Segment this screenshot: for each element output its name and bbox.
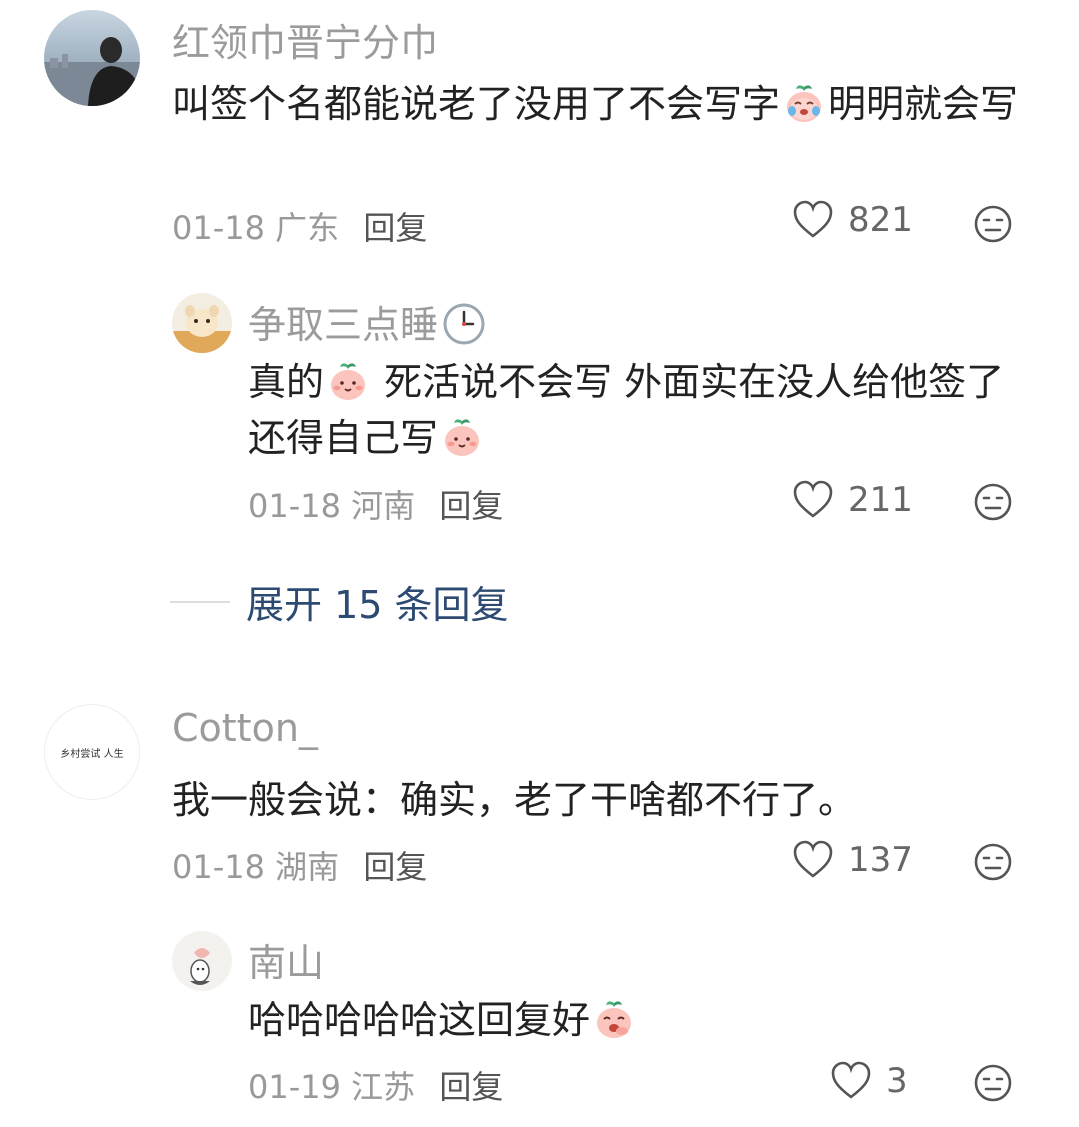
heart-outline-icon (793, 200, 833, 238)
expand-replies-label: 展开 15 条回复 (246, 583, 509, 627)
neutral-face-icon (974, 483, 1012, 521)
like-count: 211 (848, 480, 913, 520)
comment-text-part: 叫签个名都能说老了没用了不会写字 (172, 82, 781, 126)
comment-location: 广东 (275, 209, 340, 247)
react-button[interactable] (973, 1063, 1013, 1103)
smiling-peach-emoji-icon (440, 415, 484, 459)
reply-location: 河南 (351, 487, 416, 525)
laughing-peach-emoji-icon (592, 997, 636, 1041)
avatar-photo (190, 948, 210, 985)
comment-meta: 01-18 广东 回复 (172, 203, 427, 249)
comment-username[interactable]: Cotton_ (172, 706, 318, 750)
heart-outline-icon (793, 480, 833, 518)
reply-date: 01-18 (248, 487, 341, 525)
crying-peach-emoji-icon (782, 81, 826, 125)
reply-meta: 01-19 江苏 回复 (248, 1062, 503, 1108)
reply-text-part: 哈哈哈哈哈这回复好 (248, 998, 591, 1042)
reply-button[interactable]: 回复 (363, 848, 427, 886)
reply-button[interactable]: 回复 (439, 1068, 503, 1106)
reply-text-part: 真的 (248, 360, 325, 404)
comment-text-part: 明明就会写 (828, 82, 1019, 126)
like-count: 821 (848, 200, 913, 240)
heart-outline-icon (793, 840, 833, 878)
avatar[interactable]: 乡村尝试 人生 (44, 704, 140, 800)
reply-text: 真的 死活说不会写 外面实在没人给他签了还得自己写 (248, 354, 1028, 466)
neutral-face-icon (974, 1064, 1012, 1102)
reply-date: 01-19 (248, 1068, 341, 1106)
comment-text: 叫签个名都能说老了没用了不会写字 明明就会写 (172, 76, 1032, 132)
reply-username[interactable]: 争取三点睡 (248, 294, 488, 349)
neutral-face-icon (974, 205, 1012, 243)
reply-location: 江苏 (351, 1068, 416, 1106)
expand-replies-button[interactable]: 展开 15 条回复 (170, 574, 509, 629)
avatar[interactable] (44, 10, 140, 106)
reply-avatar[interactable] (172, 293, 232, 353)
reply-username-text: 争取三点睡 (248, 303, 439, 347)
avatar-photo (44, 37, 140, 106)
like-count: 3 (886, 1061, 908, 1101)
heart-outline-icon (831, 1061, 871, 1099)
smiling-peach-emoji-icon (326, 359, 370, 403)
reply-meta: 01-18 河南 回复 (248, 481, 503, 527)
reply-avatar[interactable] (172, 931, 232, 991)
react-button[interactable] (973, 204, 1013, 244)
like-count: 137 (848, 840, 913, 880)
reply-username[interactable]: 南山 (248, 932, 324, 987)
comment-location: 湖南 (275, 848, 340, 886)
like-button[interactable]: 211 (792, 480, 913, 520)
react-button[interactable] (973, 842, 1013, 882)
avatar-text: 乡村尝试 人生 (60, 748, 124, 760)
neutral-face-icon (974, 843, 1012, 881)
clock-icon (442, 302, 486, 346)
react-button[interactable] (973, 482, 1013, 522)
expand-divider (170, 600, 230, 603)
comment-text: 我一般会说：确实，老了干啥都不行了。 (172, 778, 857, 822)
reply-button[interactable]: 回复 (363, 209, 427, 247)
reply-button[interactable]: 回复 (439, 487, 503, 525)
like-button[interactable]: 3 (830, 1061, 908, 1101)
reply-text: 哈哈哈哈哈这回复好 (248, 992, 1028, 1048)
comment-meta: 01-18 湖南 回复 (172, 842, 427, 888)
comment-date: 01-18 (172, 848, 265, 886)
like-button[interactable]: 137 (792, 840, 913, 880)
comment-username[interactable]: 红领巾晋宁分巾 (172, 12, 438, 67)
like-button[interactable]: 821 (792, 200, 913, 240)
avatar-photo (172, 305, 232, 353)
comment-date: 01-18 (172, 209, 265, 247)
